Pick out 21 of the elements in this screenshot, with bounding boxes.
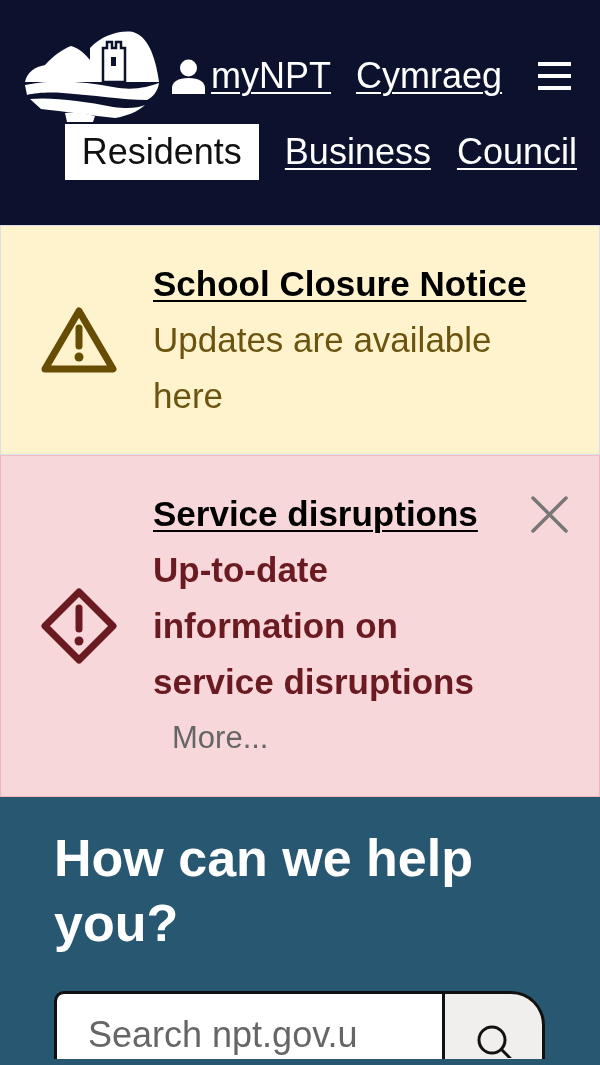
language-link[interactable]: Cymraeg bbox=[356, 54, 503, 98]
person-icon bbox=[172, 58, 205, 94]
alert-text: Updates are available here bbox=[153, 319, 493, 417]
alert-text: Up-to-date information on service disruptions bbox=[153, 549, 475, 703]
help-heading: How can we help you? bbox=[54, 828, 474, 954]
castle-hills-logo-icon[interactable] bbox=[23, 30, 160, 122]
alert-title-link[interactable]: School Closure Notice bbox=[153, 256, 527, 312]
more-button[interactable]: More... bbox=[153, 710, 288, 766]
account-link[interactable]: myNPT bbox=[172, 54, 331, 98]
nav-tab[interactable]: Council bbox=[456, 124, 577, 180]
search-field[interactable]: Search npt.gov.u bbox=[54, 991, 445, 1059]
close-icon bbox=[530, 495, 569, 534]
warning-triangle-icon bbox=[41, 306, 117, 374]
close-button[interactable] bbox=[530, 495, 569, 534]
nav-tab[interactable]: Business bbox=[284, 124, 431, 180]
nav-tab[interactable]: Residents bbox=[64, 124, 259, 180]
menu-button[interactable] bbox=[538, 62, 571, 90]
warning-diamond-icon bbox=[41, 588, 117, 664]
menu-icon bbox=[538, 62, 571, 90]
alert-title-link[interactable]: Service disruptions bbox=[153, 486, 478, 542]
search-button[interactable] bbox=[445, 991, 545, 1059]
